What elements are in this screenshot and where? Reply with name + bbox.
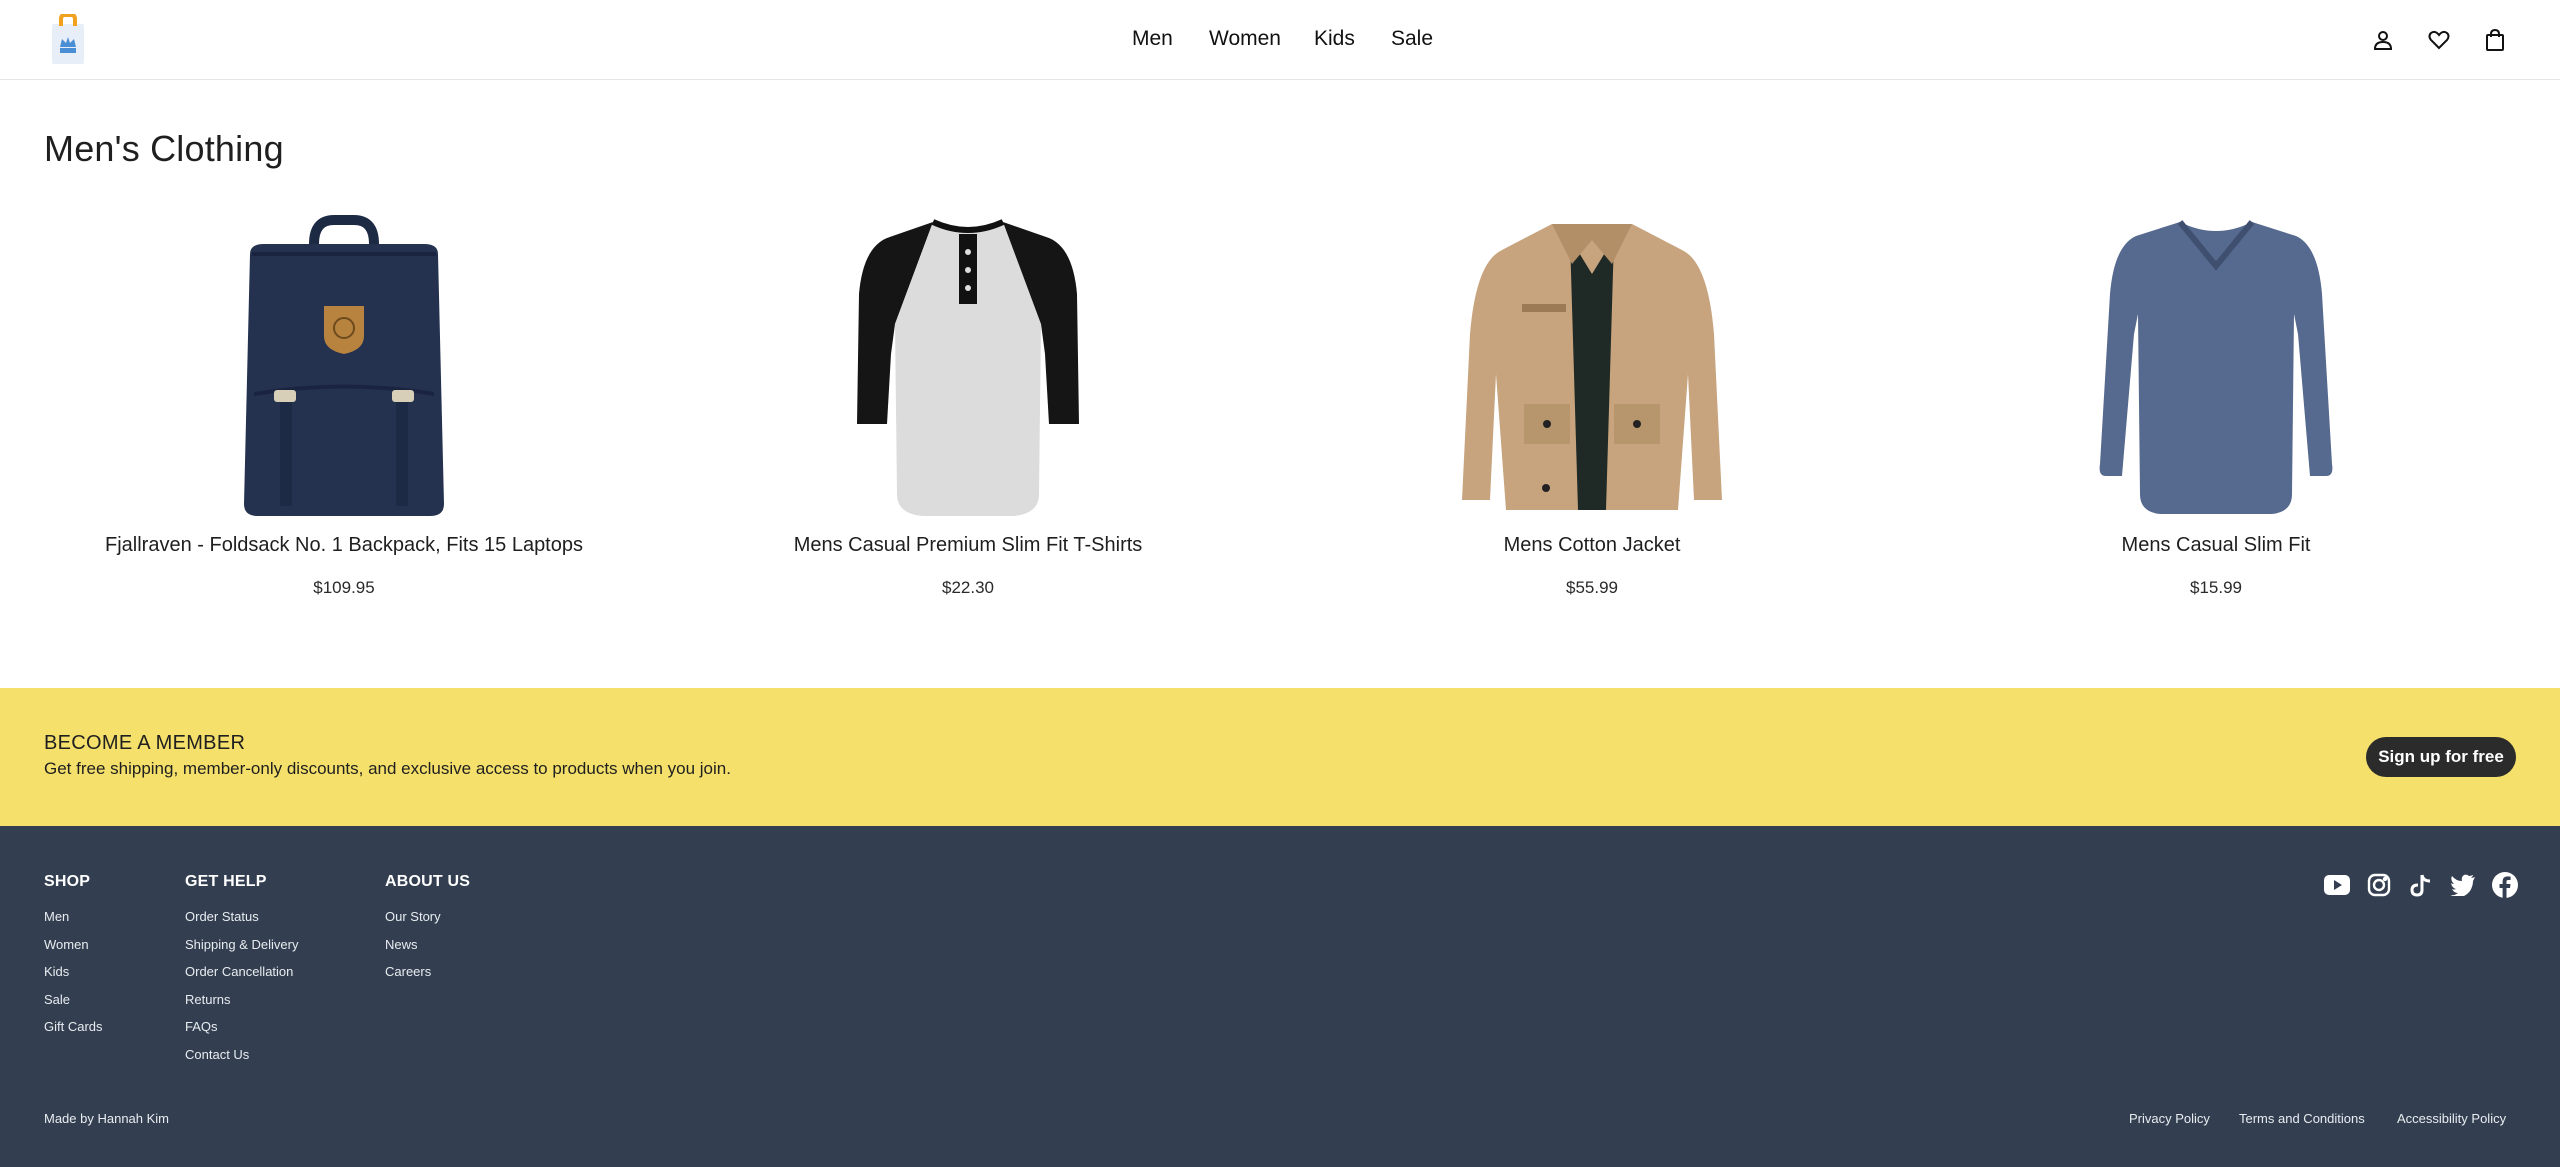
- cotton-jacket-image[interactable]: [1312, 214, 1872, 520]
- product-price: $55.99: [1566, 578, 1618, 597]
- site-footer: SHOP Men Women Kids Sale Gift Cards GET …: [0, 826, 2560, 1167]
- accessibility-policy-link[interactable]: Accessibility Policy: [2397, 1111, 2506, 1126]
- privacy-policy-link[interactable]: Privacy Policy: [2129, 1111, 2210, 1126]
- footer-link[interactable]: Sale: [44, 986, 103, 1014]
- product-price: $109.95: [313, 578, 375, 597]
- footer-heading: ABOUT US: [385, 873, 471, 890]
- footer-link[interactable]: News: [385, 931, 470, 959]
- footer-link[interactable]: Women: [44, 931, 103, 959]
- raglan-tshirt-image[interactable]: [688, 214, 1248, 520]
- product-name[interactable]: Fjallraven - Foldsack No. 1 Backpack, Fi…: [64, 534, 624, 557]
- member-description: Get free shipping, member-only discounts…: [44, 759, 731, 778]
- product-name[interactable]: Mens Casual Slim Fit: [1936, 534, 2496, 557]
- facebook-icon[interactable]: [2492, 872, 2518, 898]
- product-name[interactable]: Mens Cotton Jacket: [1312, 534, 1872, 557]
- footer-link[interactable]: Contact Us: [185, 1041, 298, 1069]
- nav-link-kids[interactable]: Kids: [1314, 24, 1355, 54]
- nav-link-men[interactable]: Men: [1132, 24, 1173, 54]
- backpack-image[interactable]: [64, 214, 624, 520]
- member-banner: BECOME A MEMBER Get free shipping, membe…: [0, 688, 2560, 826]
- sign-up-button[interactable]: Sign up for free: [2366, 737, 2516, 777]
- page-title: Men's Clothing: [44, 128, 284, 169]
- user-icon[interactable]: [2369, 26, 2397, 54]
- footer-link[interactable]: Order Cancellation: [185, 958, 298, 986]
- footer-link[interactable]: Shipping & Delivery: [185, 931, 298, 959]
- tiktok-icon[interactable]: [2408, 872, 2434, 898]
- footer-column-get-help: GET HELP Order Status Shipping & Deliver…: [185, 873, 298, 1068]
- nav-link-sale[interactable]: Sale: [1391, 24, 1433, 54]
- footer-link[interactable]: Careers: [385, 958, 470, 986]
- bag-icon[interactable]: [2481, 26, 2509, 54]
- product-card[interactable]: Mens Casual Slim Fit $15.99: [1936, 210, 2496, 610]
- instagram-icon[interactable]: [2366, 872, 2392, 898]
- footer-link[interactable]: Gift Cards: [44, 1013, 103, 1041]
- product-card[interactable]: Mens Cotton Jacket $55.99: [1312, 210, 1872, 610]
- product-grid: Fjallraven - Foldsack No. 1 Backpack, Fi…: [0, 210, 2560, 610]
- product-card[interactable]: Fjallraven - Foldsack No. 1 Backpack, Fi…: [64, 210, 624, 610]
- footer-link[interactable]: Kids: [44, 958, 103, 986]
- product-price: $15.99: [2190, 578, 2242, 597]
- footer-link[interactable]: Men: [44, 903, 103, 931]
- twitter-icon[interactable]: [2450, 872, 2476, 898]
- footer-link[interactable]: FAQs: [185, 1013, 298, 1041]
- member-title: BECOME A MEMBER: [44, 732, 246, 754]
- made-by-credit: Made by Hannah Kim: [44, 1111, 170, 1126]
- footer-column-about-us: ABOUT US Our Story News Careers: [385, 873, 470, 986]
- product-name[interactable]: Mens Casual Premium Slim Fit T-Shirts: [688, 534, 1248, 557]
- footer-heading: GET HELP: [185, 873, 267, 890]
- social-links: [2324, 872, 2520, 900]
- product-card[interactable]: Mens Casual Premium Slim Fit T-Shirts $2…: [688, 210, 1248, 610]
- product-price: $22.30: [942, 578, 994, 597]
- nav-link-women[interactable]: Women: [1209, 24, 1281, 54]
- main-nav: Men Women Kids Sale: [0, 0, 2560, 80]
- footer-link[interactable]: Order Status: [185, 903, 298, 931]
- heart-icon[interactable]: [2425, 26, 2453, 54]
- footer-link[interactable]: Our Story: [385, 903, 470, 931]
- footer-heading: SHOP: [44, 873, 91, 890]
- terms-link[interactable]: Terms and Conditions: [2239, 1111, 2365, 1126]
- longsleeve-shirt-image[interactable]: [1936, 214, 2496, 520]
- youtube-icon[interactable]: [2324, 872, 2350, 898]
- footer-column-shop: SHOP Men Women Kids Sale Gift Cards: [44, 873, 103, 1041]
- site-header: Men Women Kids Sale: [0, 0, 2560, 80]
- footer-link[interactable]: Returns: [185, 986, 298, 1014]
